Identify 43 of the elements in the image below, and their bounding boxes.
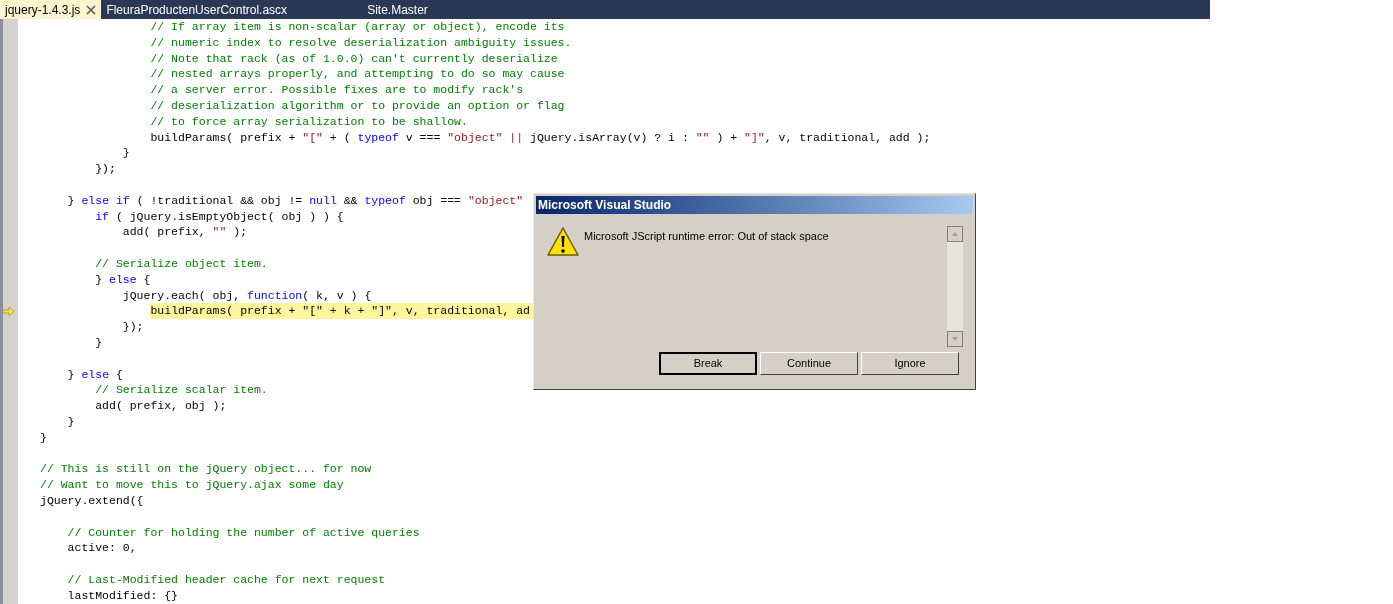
code-line: // to force array serialization to be shallow.	[149, 113, 468, 130]
code-line: // nested arrays properly, and attempting to do so may cause	[149, 66, 565, 83]
code-line: if ( jQuery.isEmptyObject( obj ) ) {	[94, 208, 344, 225]
code-line: lastModified: {}	[66, 587, 179, 604]
code-line: add( prefix, "" );	[121, 224, 248, 241]
scroll-up-icon[interactable]	[947, 226, 963, 242]
code-line: // Last-Modified header cache for next request	[66, 571, 386, 588]
code-line: } else {	[94, 271, 151, 288]
close-icon[interactable]	[86, 4, 97, 15]
document-tab[interactable]: FleuraProductenUserControl.ascx	[101, 0, 293, 19]
code-line: // This is still on the jQuery object... for now	[40, 461, 372, 478]
code-line: // Note that rack (as of 1.0.0) can't currently deserialize	[149, 50, 558, 67]
code-line: });	[121, 319, 144, 335]
code-line: jQuery.each( obj, function( k, v ) {	[121, 287, 372, 304]
code-line: // deserialization algorithm or to provide an option or flag	[149, 98, 565, 114]
code-line: // Counter for holding the number of active queries	[66, 524, 420, 541]
dialog-button[interactable]: Break	[659, 352, 757, 375]
code-line: // Serialize object item.	[94, 255, 268, 272]
dialog-button[interactable]: Continue	[760, 352, 858, 375]
code-line: }	[40, 429, 47, 446]
scroll-down-icon[interactable]	[947, 331, 963, 347]
code-line: // If array item is non-scalar (array or object), encode its	[149, 19, 565, 35]
code-line: // Serialize scalar item.	[94, 382, 268, 399]
code-line: // a server error. Possible fixes are to modify rack's	[149, 82, 524, 98]
scrollbar[interactable]	[947, 226, 963, 347]
code-line: }	[66, 413, 75, 430]
error-message: Microsoft JScript runtime error: Out of stack space	[583, 229, 830, 244]
code-line: }	[94, 334, 103, 351]
code-line: } else {	[66, 366, 123, 383]
document-tab[interactable]: jquery-1.4.3.js	[0, 0, 102, 19]
code-line: } else if ( !traditional && obj != null && typeof obj === "object"	[66, 192, 524, 209]
code-line: }	[121, 145, 130, 162]
dialog-title-bar: Microsoft Visual Studio	[536, 196, 973, 214]
dialog-button[interactable]: Ignore	[861, 352, 959, 375]
code-line: buildParams( prefix + "[" + ( typeof v === "object" || jQuery.isArray(v) ? i : "" ) + "]", v, traditional, add );	[149, 129, 931, 146]
code-line: // Want to move this to jQuery.ajax some day	[40, 477, 344, 493]
code-line: active: 0,	[66, 540, 137, 557]
code-line: });	[94, 161, 116, 177]
code-line: // numeric index to resolve deserialization ambiguity issues.	[149, 34, 572, 51]
warning-icon	[546, 226, 580, 258]
document-tab[interactable]: Site.Master	[362, 0, 433, 19]
code-line: jQuery.extend({	[40, 492, 144, 509]
code-line: add( prefix, obj );	[94, 398, 227, 414]
